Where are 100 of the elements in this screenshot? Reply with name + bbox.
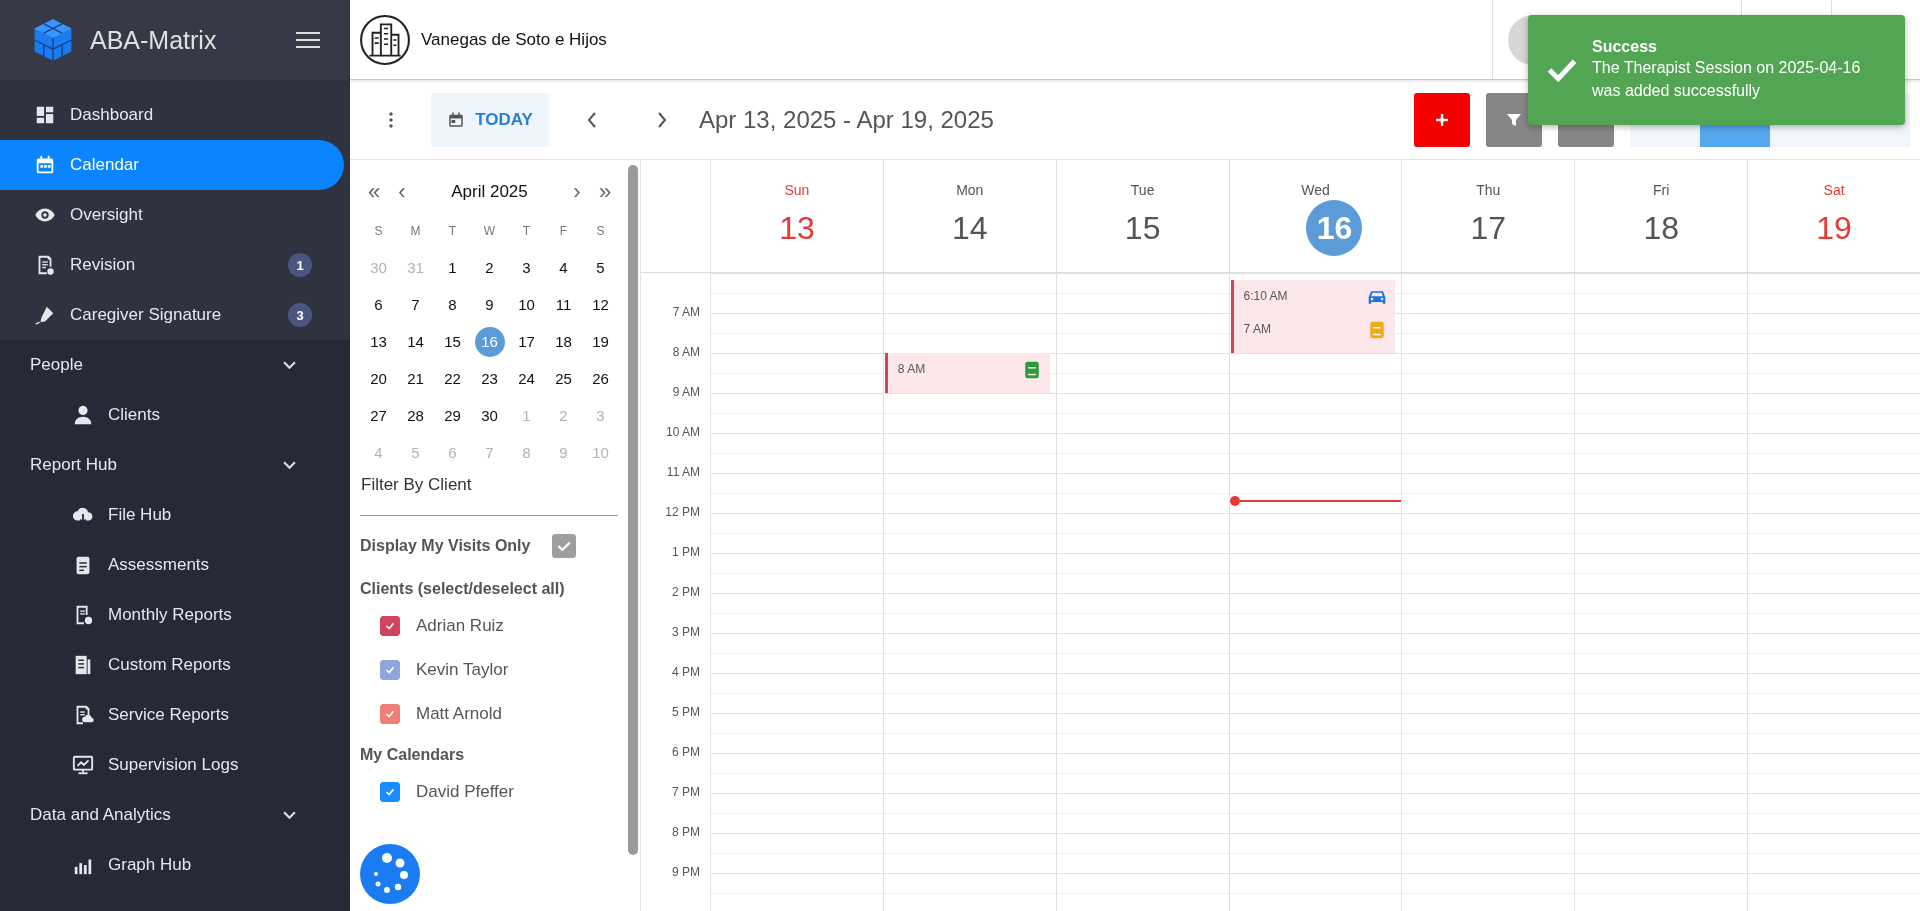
add-button[interactable] (1414, 92, 1470, 147)
day-name: Sat (1823, 182, 1845, 198)
sidebar-item[interactable]: Graph Hub (0, 840, 344, 890)
calendar-day[interactable]: 18 (548, 326, 579, 357)
client-name: Matt Arnold (416, 704, 502, 724)
pen-icon (34, 304, 56, 326)
calendar-icon (34, 154, 56, 176)
event-time: 7 AM (1243, 322, 1271, 336)
sidebar-item[interactable]: Assessments (0, 540, 344, 590)
day-name: Fri (1653, 182, 1670, 198)
day-number: 13 (778, 208, 816, 248)
sidebar-item[interactable]: Monthly Reports (0, 590, 344, 640)
menu-icon[interactable] (296, 31, 320, 49)
day-number: 14 (950, 208, 989, 248)
toast-message: The Therapist Session on 2025-04-16 was added successfully (1592, 58, 1862, 101)
next-year-button[interactable]: » (591, 179, 619, 205)
calendar-day[interactable]: 21 (400, 363, 431, 394)
calendar-day[interactable]: 3 (511, 252, 542, 283)
loading-button[interactable] (360, 844, 420, 904)
event-card[interactable]: 6:10 AM (1230, 279, 1396, 313)
calendar-day[interactable]: 14 (400, 326, 431, 357)
section-title[interactable]: Clients (select/deselect all) (360, 580, 565, 598)
chevron-icon (283, 360, 296, 370)
day-column[interactable]: 8 AM (882, 273, 1056, 911)
day-column[interactable]: 6:10 AM 7 AM (1228, 273, 1402, 911)
next-month-button[interactable]: › (563, 179, 591, 205)
checkbox[interactable] (380, 616, 400, 636)
calendar-name: David Pfeffer (416, 782, 514, 802)
calendar-day[interactable]: 6 (363, 289, 394, 320)
sidebar-item[interactable]: Clients (0, 390, 344, 440)
calendar-day[interactable]: 22 (437, 363, 468, 394)
scrollbar[interactable] (628, 165, 638, 855)
day-number: 15 (1123, 208, 1162, 248)
event-card[interactable]: 8 AM (884, 353, 1050, 393)
hour-label: 3 PM (672, 625, 700, 639)
sidebar-item[interactable]: Service Reports (0, 690, 344, 740)
calendar-day[interactable]: 28 (400, 400, 431, 431)
calendar-day[interactable]: 8 (437, 289, 468, 320)
calendar-day[interactable]: 13 (363, 326, 394, 357)
calendar-day[interactable]: 11 (548, 289, 579, 320)
calendar-day[interactable]: 30 (474, 400, 505, 431)
day-name: Mon (956, 182, 984, 198)
sidebar-group-header[interactable]: Report Hub (0, 440, 344, 490)
day-number: 18 (1642, 208, 1680, 248)
sidebar-group-header[interactable]: Data and Analytics (0, 790, 344, 840)
hour-label: 8 AM (672, 345, 700, 359)
previous-month-button[interactable]: ‹ (388, 179, 416, 205)
calendar-day[interactable]: 9 (474, 289, 505, 320)
client-name: Adrian Ruiz (416, 616, 504, 636)
weekday-label: W (482, 222, 497, 240)
calendar-day[interactable]: 24 (511, 363, 542, 394)
sidebar-item[interactable]: Caregiver Signature 3 (0, 290, 344, 340)
checkbox[interactable] (552, 534, 577, 558)
calendar-day[interactable]: 7 (400, 289, 431, 320)
sidebar-item[interactable]: File Hub (0, 490, 344, 540)
next-icon[interactable] (657, 111, 667, 128)
calendar-day[interactable]: 15 (437, 326, 468, 357)
calendar-day[interactable]: 23 (474, 363, 505, 394)
sidebar-item[interactable]: Revision 1 (0, 240, 344, 290)
sidebar-item[interactable]: Dashboard (0, 90, 344, 140)
calendar-day[interactable]: 5 (585, 252, 616, 283)
calendar-day[interactable]: 2 (474, 252, 505, 283)
hour-label: 9 AM (672, 385, 700, 399)
calendar-day[interactable]: 25 (548, 363, 579, 394)
calendar-day[interactable]: 27 (363, 400, 394, 431)
calendar-day[interactable]: 29 (437, 400, 468, 431)
checkbox[interactable] (380, 704, 400, 724)
hour-label: 11 AM (666, 465, 700, 479)
previous-year-button[interactable]: « (360, 179, 388, 205)
hour-label: 4 PM (672, 665, 700, 679)
more-icon[interactable] (389, 111, 393, 128)
previous-icon[interactable] (587, 111, 597, 128)
sidebar-item[interactable]: Supervision Logs (0, 740, 344, 790)
person-icon (72, 404, 94, 426)
sidebar-group-header[interactable]: People (0, 340, 344, 390)
event-time: 6:10 AM (1243, 288, 1288, 303)
sidebar-item[interactable]: Custom Reports (0, 640, 344, 690)
weekday-label: T (521, 222, 532, 240)
building-logo-icon (359, 13, 411, 66)
event-card[interactable]: 7 AM (1230, 313, 1396, 353)
today-button[interactable]: TODAY (431, 92, 549, 147)
day-name: Thu (1476, 182, 1501, 198)
calendar-day[interactable]: 4 (548, 252, 579, 283)
sidebar-item[interactable]: Calendar (0, 140, 344, 190)
monitor-chart-icon (72, 754, 94, 776)
calendar-day[interactable]: 10 (511, 289, 542, 320)
hour-label: 7 PM (672, 785, 700, 799)
count-badge: 3 (288, 303, 312, 327)
date-range: Apr 13, 2025 - Apr 19, 2025 (699, 105, 994, 134)
checkbox[interactable] (380, 660, 400, 680)
checkbox[interactable] (380, 782, 400, 802)
calendar-day[interactable]: 26 (585, 363, 616, 394)
calendar-day[interactable]: 12 (585, 289, 616, 320)
calendar-day[interactable]: 20 (363, 363, 394, 394)
organization-name: Vanegas de Soto e Hijos (421, 29, 607, 50)
sidebar-item[interactable]: Oversight (0, 190, 344, 240)
calendar-day[interactable]: 1 (437, 252, 468, 283)
calendar-day[interactable]: 17 (511, 326, 542, 357)
calendar-day[interactable]: 19 (585, 326, 616, 357)
event-time: 8 AM (897, 362, 926, 376)
